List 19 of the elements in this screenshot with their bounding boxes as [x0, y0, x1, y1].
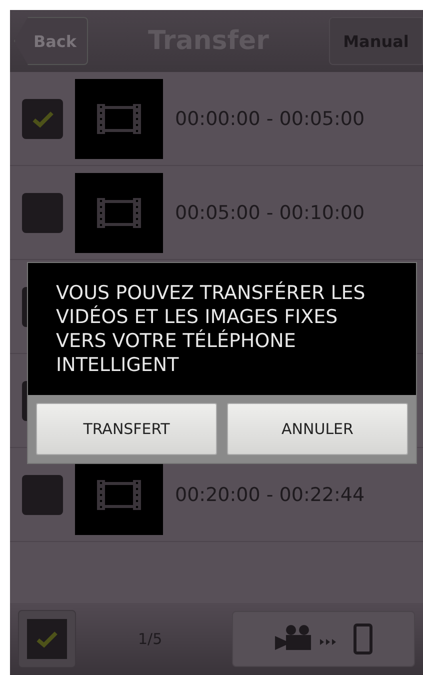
- film-icon: [97, 198, 141, 228]
- film-icon: [97, 480, 141, 510]
- time-range: 00:05:00 - 00:10:00: [175, 202, 365, 224]
- video-thumbnail[interactable]: [75, 78, 163, 158]
- camera-to-phone-icon: [274, 623, 372, 655]
- transfer-button[interactable]: [232, 611, 415, 667]
- checkmark-icon: [32, 110, 54, 128]
- dialog-button[interactable]: ANNULER: [227, 403, 408, 455]
- select-all-checkbox[interactable]: [18, 610, 76, 668]
- checkbox[interactable]: [22, 98, 63, 138]
- checkbox[interactable]: [22, 192, 63, 232]
- dialog-message: VOUS POUVEZ TRANSFÉRER LES VIDÉOS ET LES IMAGES FIXES VERS VOTRE TÉLÉPHONE INTELLIGENT: [28, 263, 416, 395]
- checkmark-icon: [36, 630, 58, 648]
- time-range: 00:20:00 - 00:22:44: [175, 484, 365, 506]
- video-thumbnail[interactable]: [75, 172, 163, 252]
- time-range: 00:00:00 - 00:05:00: [175, 108, 365, 130]
- checkbox[interactable]: [22, 474, 63, 514]
- film-icon: [97, 104, 141, 134]
- dialog-button[interactable]: TRANSFERT: [36, 403, 217, 455]
